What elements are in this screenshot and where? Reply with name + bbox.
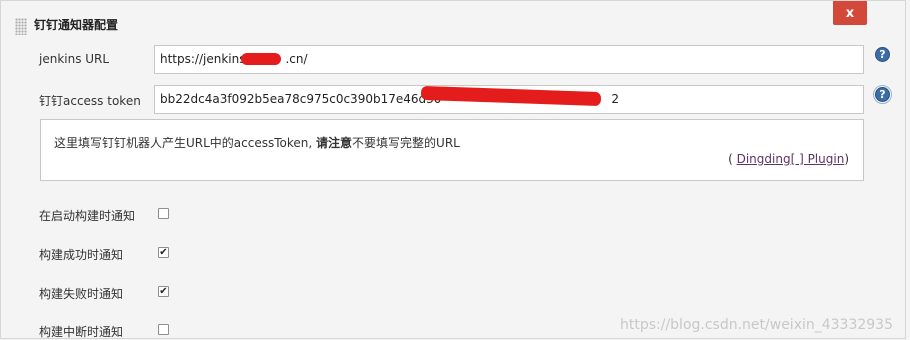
access-token-value-suffix: 2 [611, 92, 620, 106]
help-text-part1: 这里填写钉钉机器人产生URL中的accessToken, [54, 136, 317, 150]
notify-on-abort-checkbox[interactable] [158, 324, 169, 335]
help-text-part2: 不要填写完整的URL [352, 136, 460, 150]
help-text-emphasis: 请注意 [316, 136, 353, 150]
plugin-paren-close: ) [844, 152, 849, 166]
drag-handle-icon[interactable] [15, 18, 27, 35]
help-text: 这里填写钉钉机器人产生URL中的accessToken, 请注意不要填写完整的U… [54, 134, 460, 151]
jenkins-url-label: jenkins URL [39, 52, 110, 66]
close-button[interactable]: x [833, 1, 867, 25]
notify-on-start-checkbox[interactable] [158, 208, 169, 219]
section-title: 钉钉通知器配置 [34, 18, 119, 32]
plugin-reference: ( Dingding[ ] Plugin) [728, 152, 849, 166]
access-token-value-prefix: bb22dc4a3f092b5ea78c975c0c390b17e46d30 [160, 92, 442, 106]
redaction-mark [241, 53, 281, 65]
help-icon[interactable]: ? [873, 85, 892, 104]
access-token-label: 钉钉access token [39, 94, 141, 108]
jenkins-url-value-suffix: .cn/ [285, 52, 308, 66]
option-label-success: 构建成功时通知 [39, 248, 124, 262]
help-icon[interactable]: ? [875, 47, 890, 62]
watermark: https://blog.csdn.net/weixin_43332935 [619, 317, 893, 333]
option-label-abort: 构建中断时通知 [39, 325, 124, 339]
option-label-start: 在启动构建时通知 [39, 209, 136, 223]
help-box: 这里填写钉钉机器人产生URL中的accessToken, 请注意不要填写完整的U… [40, 119, 864, 181]
option-label-failure: 构建失败时通知 [39, 287, 124, 301]
plugin-link[interactable]: Dingding[ ] Plugin [737, 152, 845, 166]
notify-on-success-checkbox[interactable]: ✔ [158, 247, 169, 258]
dingding-config-panel: 钉钉通知器配置 x jenkins URL https://jenkins .cn… [0, 0, 906, 339]
jenkins-url-value-prefix: https://jenkins [160, 52, 246, 66]
notify-on-failure-checkbox[interactable]: ✔ [158, 286, 169, 297]
plugin-paren-open: ( [728, 152, 733, 166]
